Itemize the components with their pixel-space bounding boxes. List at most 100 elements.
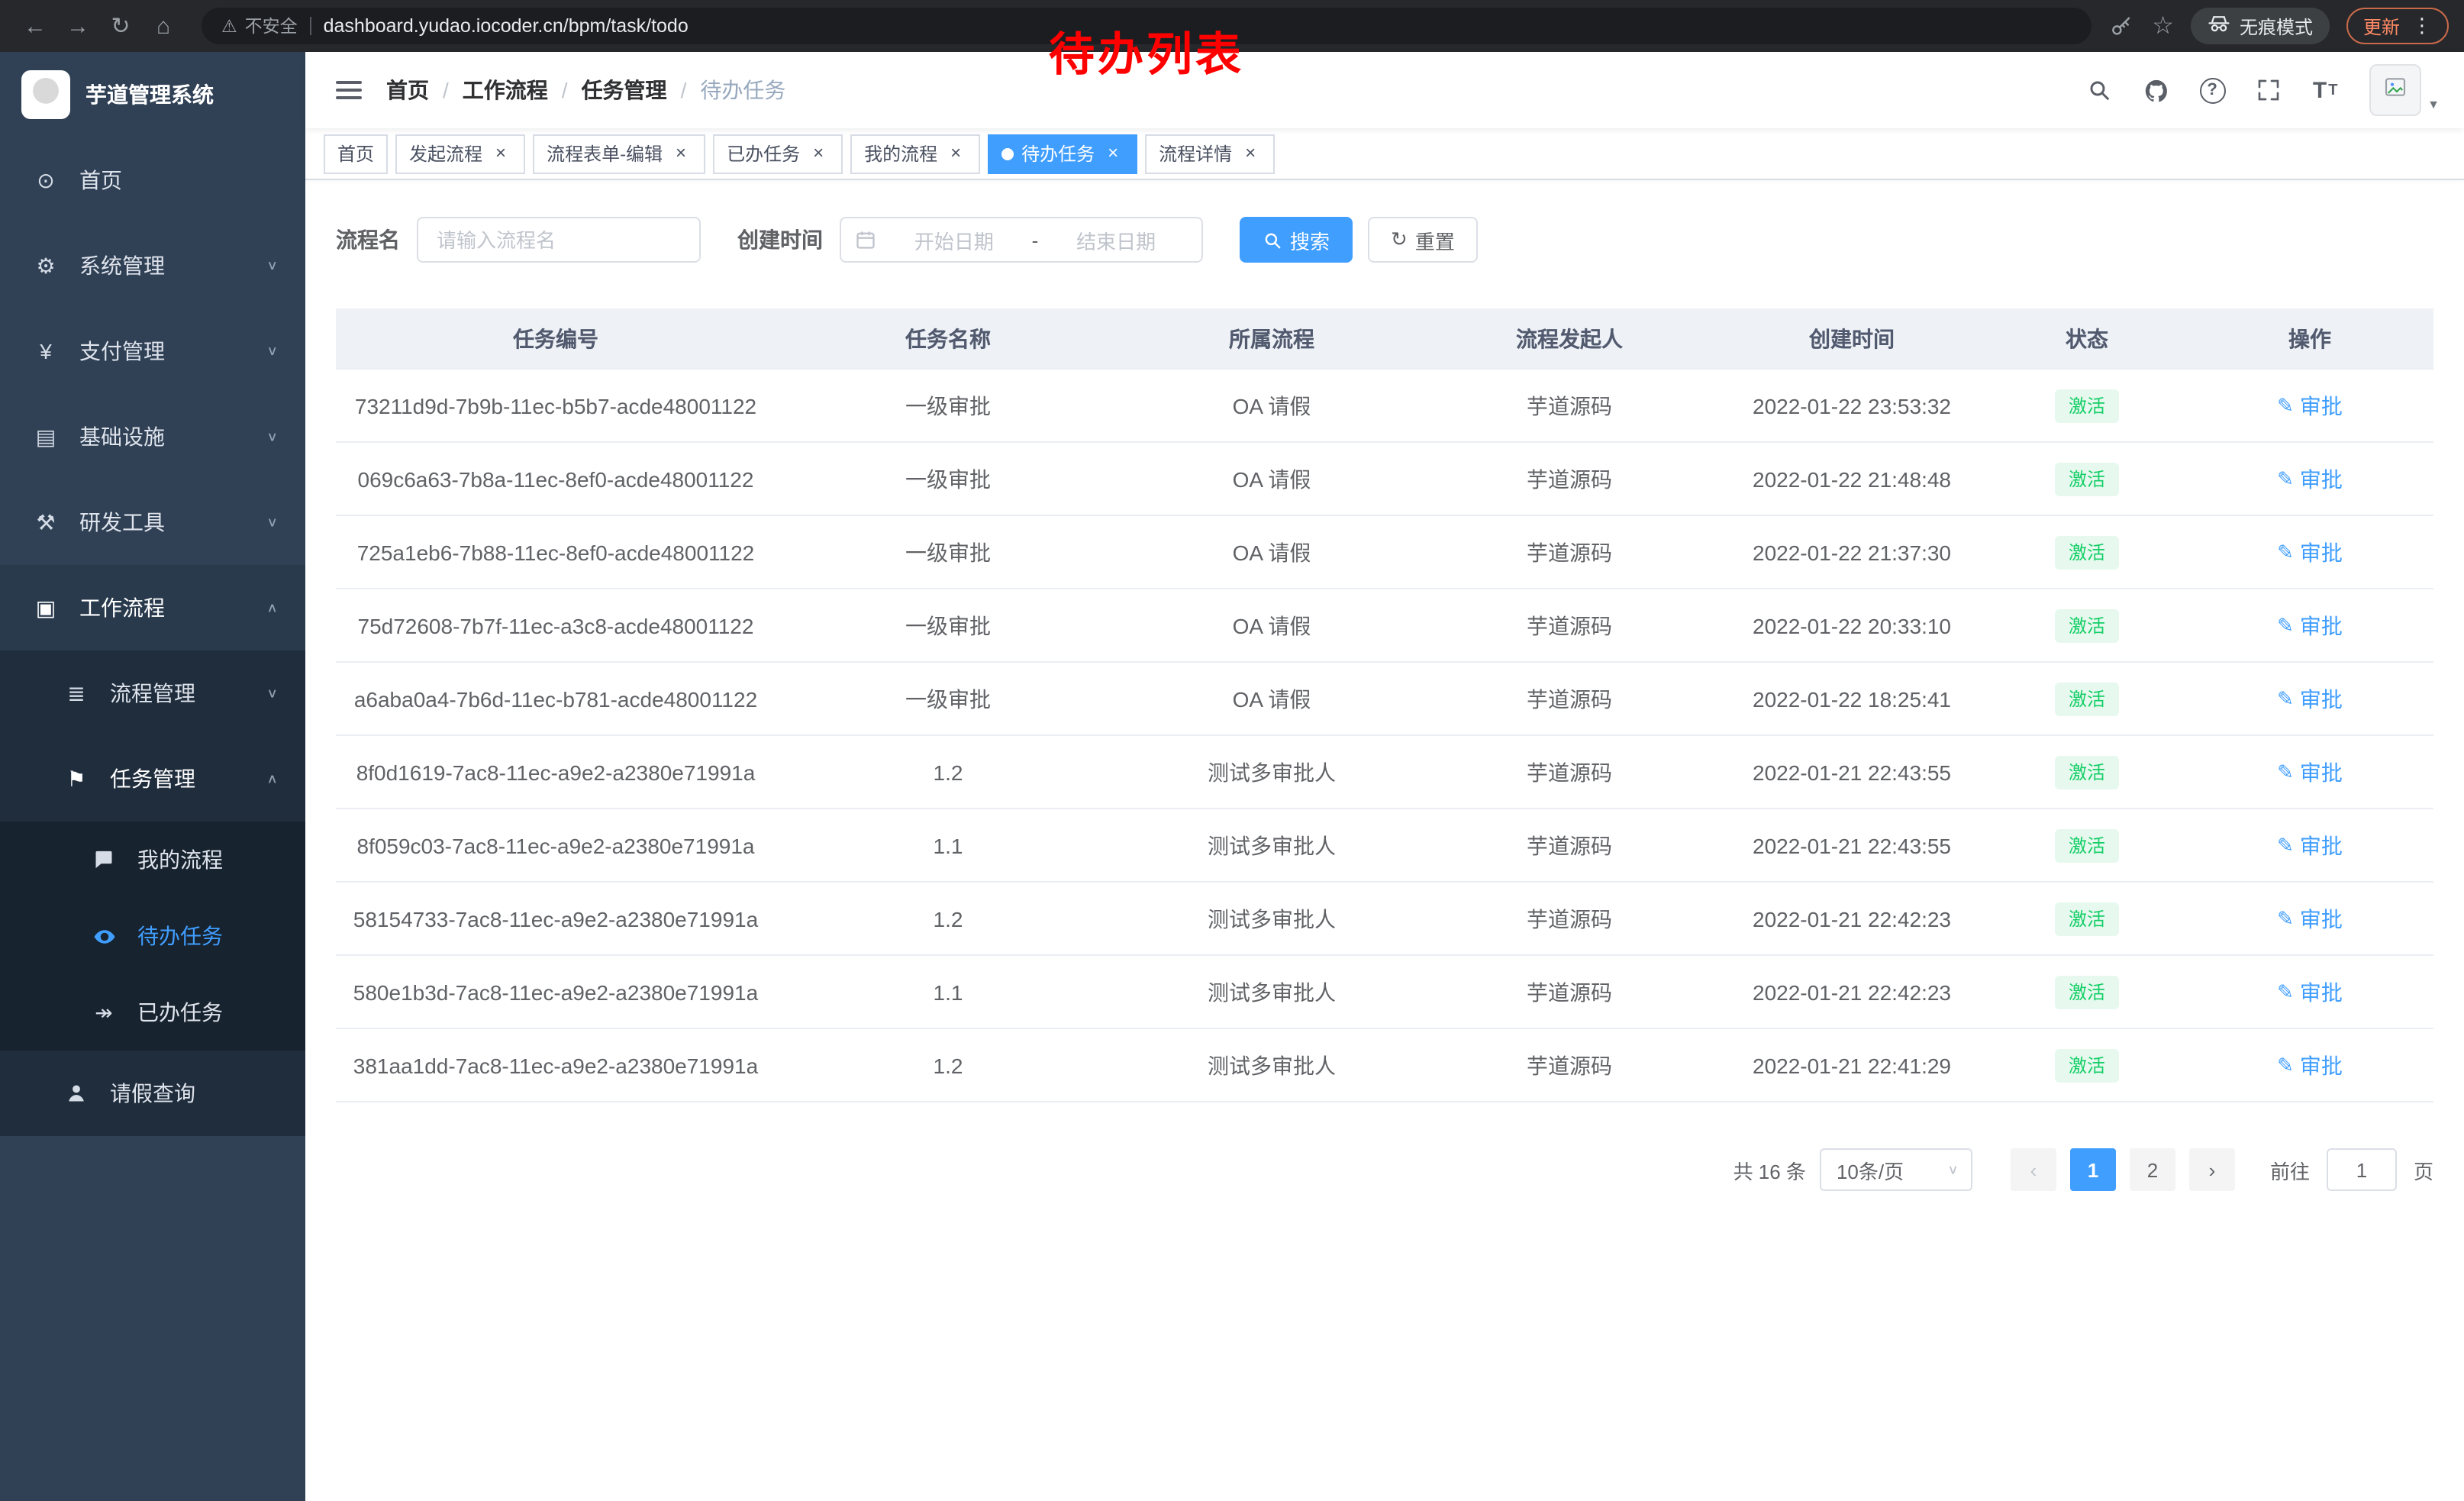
- sidebar-item-system[interactable]: ⚙系统管理∨: [0, 223, 305, 308]
- tab-label: 流程表单-编辑: [547, 140, 663, 166]
- tab-close-icon[interactable]: ×: [1240, 143, 1261, 164]
- tab-close-icon[interactable]: ×: [808, 143, 829, 164]
- chevron-down-icon: ∨: [1947, 1163, 1959, 1177]
- cell-time: 2022-01-21 22:42:23: [1716, 906, 1988, 931]
- sidebar-item-infra[interactable]: ▤基础设施∨: [0, 394, 305, 479]
- breadcrumb-current: 待办任务: [700, 75, 785, 105]
- status-badge: 激活: [2055, 975, 2119, 1009]
- approve-link[interactable]: ✎审批: [2277, 757, 2343, 787]
- sidebar-item-label: 流程管理: [110, 678, 195, 709]
- sidebar-item-process-mgmt[interactable]: ≣流程管理∨: [0, 650, 305, 736]
- sidebar-item-label: 研发工具: [79, 507, 165, 537]
- sidebar-item-home[interactable]: ⊙首页: [0, 137, 305, 223]
- edit-icon: ✎: [2277, 906, 2294, 931]
- cell-initiator: 芋道源码: [1423, 1050, 1716, 1080]
- sidebar-item-done-task[interactable]: ↠已办任务: [0, 974, 305, 1051]
- help-icon[interactable]: ?: [2198, 75, 2226, 105]
- cell-status: 激活: [1988, 608, 2186, 642]
- search-button[interactable]: 搜索: [1240, 217, 1353, 263]
- sidebar-item-payment[interactable]: ¥支付管理∨: [0, 308, 305, 394]
- app-header: 首页/工作流程/任务管理/待办任务 ?TT ▼: [305, 52, 2464, 128]
- tab-todo-tasks[interactable]: 待办任务 ×: [988, 134, 1137, 173]
- tab-close-icon[interactable]: ×: [670, 143, 692, 164]
- fontsize-icon[interactable]: TT: [2311, 75, 2339, 105]
- approve-link[interactable]: ✎审批: [2277, 463, 2343, 494]
- approve-link[interactable]: ✎审批: [2277, 390, 2343, 421]
- next-page-button[interactable]: ›: [2189, 1148, 2235, 1191]
- tab-label: 待办任务: [1021, 140, 1095, 166]
- cell-action: ✎审批: [2186, 537, 2433, 567]
- tab-close-icon[interactable]: ×: [945, 143, 966, 164]
- approve-link[interactable]: ✎审批: [2277, 683, 2343, 714]
- back-icon[interactable]: ←: [15, 6, 55, 46]
- page-size-select[interactable]: 10条/页 ∨: [1820, 1148, 1972, 1191]
- incognito-label: 无痕模式: [2240, 13, 2313, 39]
- tab-launch-process[interactable]: 发起流程×: [395, 134, 525, 173]
- edit-icon: ✎: [2277, 980, 2294, 1004]
- page-button-1[interactable]: 1: [2070, 1148, 2116, 1191]
- sidebar-item-devtools[interactable]: ⚒研发工具∨: [0, 479, 305, 565]
- tab-done-tasks[interactable]: 已办任务×: [713, 134, 843, 173]
- cell-name: 一级审批: [776, 463, 1121, 494]
- refresh-icon: ↻: [1391, 228, 1408, 252]
- approve-link[interactable]: ✎审批: [2277, 1050, 2343, 1080]
- approve-link[interactable]: ✎审批: [2277, 903, 2343, 934]
- url-text: dashboard.yudao.iocoder.cn/bpm/task/todo: [324, 15, 689, 37]
- github-icon[interactable]: [2142, 75, 2169, 105]
- sidebar-item-workflow[interactable]: ▣工作流程∧: [0, 565, 305, 650]
- process-name-input[interactable]: [417, 217, 701, 263]
- refresh-icon[interactable]: ↻: [101, 6, 140, 46]
- chevron-up-icon: ∧: [266, 772, 278, 786]
- approve-link[interactable]: ✎审批: [2277, 830, 2343, 860]
- tab-close-icon[interactable]: ×: [1102, 143, 1124, 164]
- sidebar-item-label: 基础设施: [79, 421, 165, 452]
- search-icon[interactable]: [2085, 75, 2113, 105]
- incognito-badge: 无痕模式: [2191, 8, 2330, 44]
- approve-label: 审批: [2300, 830, 2343, 860]
- breadcrumb-link[interactable]: 首页: [386, 75, 429, 105]
- tab-close-icon[interactable]: ×: [490, 143, 511, 164]
- cell-status: 激活: [1988, 975, 2186, 1009]
- approve-link[interactable]: ✎审批: [2277, 976, 2343, 1007]
- app-logo-row[interactable]: 芋道管理系统: [0, 52, 305, 137]
- approve-link[interactable]: ✎审批: [2277, 610, 2343, 641]
- sidebar-item-todo-task[interactable]: 待办任务: [0, 898, 305, 974]
- fullscreen-icon[interactable]: [2255, 75, 2282, 105]
- home-icon[interactable]: ⌂: [144, 6, 183, 46]
- cell-initiator: 芋道源码: [1423, 463, 1716, 494]
- kebab-menu-icon[interactable]: ⋮: [2412, 14, 2432, 38]
- user-avatar[interactable]: ▼: [2369, 64, 2440, 116]
- page-button-2[interactable]: 2: [2130, 1148, 2175, 1191]
- update-button[interactable]: 更新 ⋮: [2346, 8, 2449, 44]
- prev-page-button[interactable]: ‹: [2011, 1148, 2056, 1191]
- breadcrumb-link[interactable]: 任务管理: [582, 75, 667, 105]
- cell-name: 一级审批: [776, 610, 1121, 641]
- cell-id: 8f0d1619-7ac8-11ec-a9e2-a2380e71991a: [336, 760, 776, 784]
- tab-my-process[interactable]: 我的流程×: [850, 134, 980, 173]
- cell-process: 测试多审批人: [1121, 903, 1423, 934]
- security-label: 不安全: [245, 14, 298, 38]
- browser-nav-buttons: ←→↻⌂: [15, 6, 183, 46]
- sidebar-toggle-icon[interactable]: [333, 75, 365, 105]
- tab-process-detail[interactable]: 流程详情×: [1145, 134, 1275, 173]
- create-time-range-picker[interactable]: 开始日期 - 结束日期: [840, 217, 1203, 263]
- security-status[interactable]: ⚠ 不安全: [221, 14, 298, 38]
- tab-home[interactable]: 首页: [324, 134, 388, 173]
- sidebar-item-leave-query[interactable]: 请假查询: [0, 1051, 305, 1136]
- star-icon[interactable]: ☆: [2152, 11, 2174, 41]
- browser-extra-icons: ☆: [2109, 11, 2174, 41]
- sidebar: 芋道管理系统 ⊙首页⚙系统管理∨¥支付管理∨▤基础设施∨⚒研发工具∨▣工作流程∧…: [0, 52, 305, 1501]
- tab-form-edit[interactable]: 流程表单-编辑 ×: [533, 134, 705, 173]
- cell-initiator: 芋道源码: [1423, 903, 1716, 934]
- table-row: 069c6a63-7b8a-11ec-8ef0-acde48001122一级审批…: [336, 443, 2433, 516]
- forward-icon[interactable]: →: [58, 6, 98, 46]
- sidebar-item-task-mgmt[interactable]: ⚑任务管理∧: [0, 736, 305, 822]
- key-icon[interactable]: [2109, 15, 2132, 37]
- approve-link[interactable]: ✎审批: [2277, 537, 2343, 567]
- cell-process: OA 请假: [1121, 683, 1423, 714]
- reset-button[interactable]: ↻ 重置: [1368, 217, 1478, 263]
- breadcrumb-link[interactable]: 工作流程: [463, 75, 548, 105]
- goto-page-input[interactable]: [2327, 1148, 2397, 1191]
- sidebar-item-my-process[interactable]: 我的流程: [0, 822, 305, 898]
- edit-icon: ✎: [2277, 1053, 2294, 1077]
